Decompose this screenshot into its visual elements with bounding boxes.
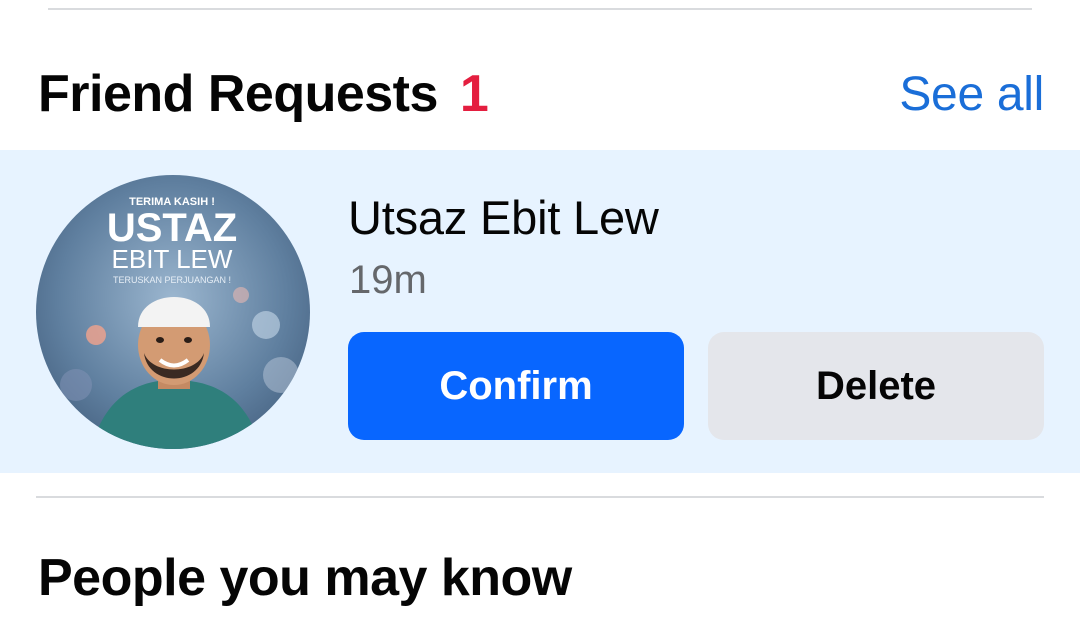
friend-requests-count-badge: 1 xyxy=(459,65,489,123)
friend-requests-title: Friend Requests xyxy=(38,65,438,123)
friend-requests-title-group: Friend Requests 1 xyxy=(38,64,489,124)
top-divider xyxy=(48,8,1032,10)
confirm-button[interactable]: Confirm xyxy=(348,332,684,440)
friend-request-card[interactable]: TERIMA KASIH ! USTAZ EBIT LEW TERUSKAN P… xyxy=(0,150,1080,473)
section-divider xyxy=(36,496,1044,498)
see-all-link[interactable]: See all xyxy=(899,67,1044,122)
avatar-caption-line3: EBIT LEW xyxy=(112,244,233,274)
requester-name[interactable]: Utsaz Ebit Lew xyxy=(348,190,659,245)
friends-page: Friend Requests 1 See all TERIMA KASIH !… xyxy=(0,0,1080,639)
people-you-may-know-title: People you may know xyxy=(38,549,572,607)
request-timestamp: 19m xyxy=(349,258,427,302)
delete-button[interactable]: Delete xyxy=(708,332,1044,440)
avatar[interactable]: TERIMA KASIH ! USTAZ EBIT LEW TERUSKAN P… xyxy=(36,175,310,449)
avatar-caption-line4: TERUSKAN PERJUANGAN ! xyxy=(113,275,231,285)
friend-requests-header: Friend Requests 1 See all xyxy=(38,62,1044,126)
profile-photo-image: TERIMA KASIH ! USTAZ EBIT LEW TERUSKAN P… xyxy=(36,175,310,449)
